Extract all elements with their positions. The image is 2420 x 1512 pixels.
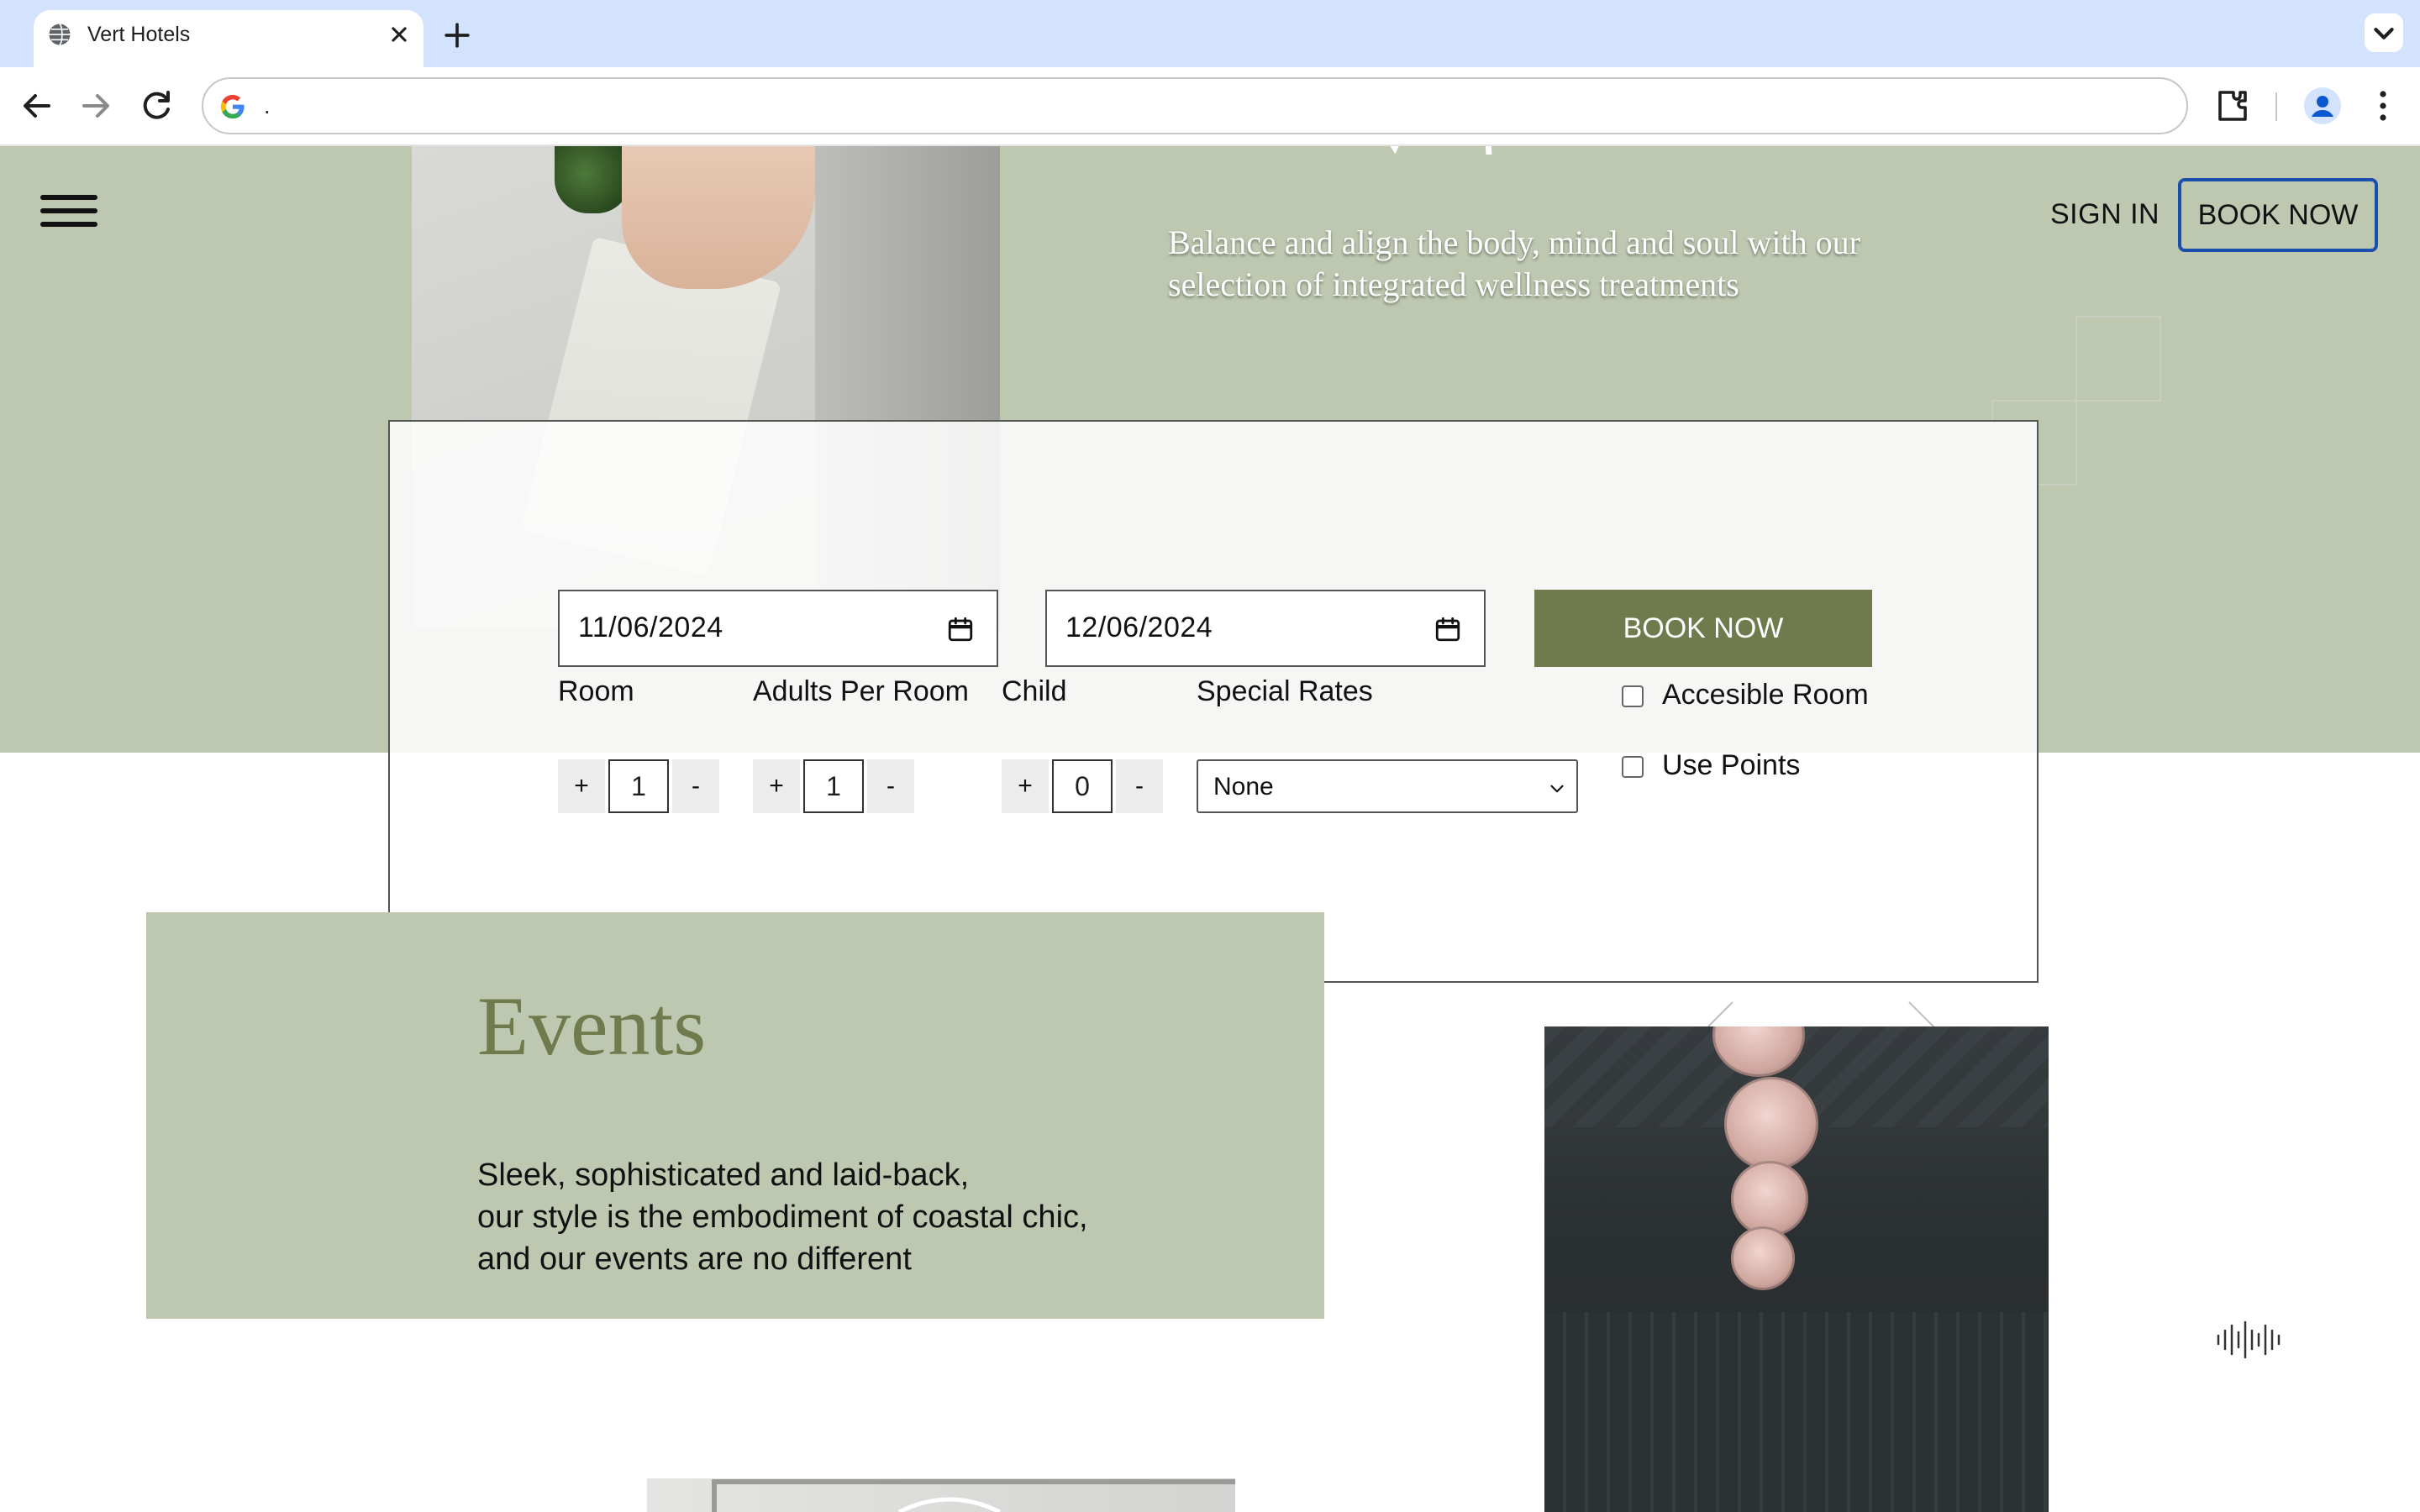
sign-in-link[interactable]: SIGN IN — [2050, 198, 2160, 231]
events-description-line: our style is the embodiment of coastal c… — [477, 1200, 1088, 1235]
hero-heading-fragment — [1390, 146, 1492, 155]
use-points-label: Use Points — [1662, 749, 1801, 781]
check-out-date-value: 12/06/2024 — [1065, 612, 1213, 643]
room-count-input[interactable]: 1 — [608, 759, 669, 813]
adults-count-input[interactable]: 1 — [803, 759, 864, 813]
profile-icon[interactable] — [2302, 86, 2343, 126]
special-rates-value: None — [1213, 773, 1274, 801]
hero-description: Balance and align the body, mind and sou… — [1168, 223, 1860, 303]
events-description: Sleek, sophisticated and laid-back, our … — [477, 1154, 1234, 1280]
tab-search-button[interactable] — [2365, 13, 2403, 52]
events-image-lamp — [1724, 1077, 1818, 1171]
booking-widget: 11/06/2024 12/06/2024 BOOK NOW Room Adul… — [388, 420, 2039, 983]
accessible-room-checkbox[interactable] — [1622, 685, 1644, 707]
child-count-input[interactable]: 0 — [1052, 759, 1113, 813]
child-decrement-button[interactable]: - — [1116, 759, 1163, 813]
events-image-lamp — [1731, 1226, 1795, 1290]
special-rates-label: Special Rates — [1197, 675, 1373, 707]
toolbar-divider — [2275, 92, 2277, 121]
room-decrement-button[interactable]: - — [672, 759, 719, 813]
events-description-line: and our events are no different — [477, 1242, 912, 1277]
address-bar[interactable]: . — [202, 77, 2188, 134]
chevron-down-icon — [1550, 785, 1564, 793]
url-text: . — [264, 93, 271, 118]
hero-image-hand — [622, 146, 815, 289]
events-venue-image — [1544, 1026, 2049, 1512]
close-icon[interactable] — [385, 20, 413, 49]
tab-title: Vert Hotels — [87, 23, 191, 46]
room-increment-button[interactable]: + — [558, 759, 605, 813]
extensions-icon[interactable] — [2212, 86, 2252, 126]
adults-label: Adults Per Room — [753, 675, 969, 707]
more-vert-icon[interactable] — [2363, 86, 2403, 126]
reload-icon[interactable] — [136, 86, 176, 126]
use-points-checkbox[interactable] — [1622, 756, 1644, 778]
decorative-square — [2075, 316, 2161, 402]
calendar-icon[interactable] — [946, 615, 975, 643]
forward-icon[interactable] — [76, 86, 116, 126]
page-viewport: Balance and align the body, mind and sou… — [0, 146, 2420, 1512]
events-title: Events — [477, 979, 707, 1073]
google-icon — [220, 94, 245, 119]
back-icon[interactable] — [17, 86, 57, 126]
events-description-line: Sleek, sophisticated and laid-back, — [477, 1158, 970, 1193]
plus-icon[interactable] — [439, 17, 476, 54]
child-label: Child — [1002, 675, 1067, 707]
hero-image-bottle — [555, 146, 630, 213]
events-image-wall — [1544, 1312, 2049, 1512]
chevron-down-icon — [2374, 28, 2394, 39]
next-section-image — [647, 1478, 1235, 1512]
adults-increment-button[interactable]: + — [753, 759, 800, 813]
events-image-lamp — [1731, 1161, 1808, 1236]
menu-icon[interactable] — [40, 195, 97, 228]
browser-tab[interactable]: Vert Hotels — [34, 10, 424, 67]
next-section-image-detail — [712, 1479, 1235, 1512]
check-in-date-input[interactable]: 11/06/2024 — [558, 590, 998, 667]
adults-decrement-button[interactable]: - — [867, 759, 914, 813]
globe-icon — [49, 23, 71, 46]
header-book-now-button[interactable]: BOOK NOW — [2178, 178, 2378, 252]
check-out-date-input[interactable]: 12/06/2024 — [1045, 590, 1486, 667]
special-rates-select[interactable]: None — [1197, 759, 1578, 813]
child-increment-button[interactable]: + — [1002, 759, 1049, 813]
browser-tab-strip: Vert Hotels — [0, 0, 2420, 67]
calendar-icon[interactable] — [1434, 615, 1462, 643]
browser-toolbar: . — [0, 67, 2420, 146]
check-in-date-value: 11/06/2024 — [578, 612, 723, 643]
accessible-room-label: Accesible Room — [1662, 679, 1869, 711]
booking-book-now-button[interactable]: BOOK NOW — [1534, 590, 1872, 667]
room-label: Room — [558, 675, 634, 707]
audio-waveform-icon[interactable] — [2215, 1319, 2286, 1361]
